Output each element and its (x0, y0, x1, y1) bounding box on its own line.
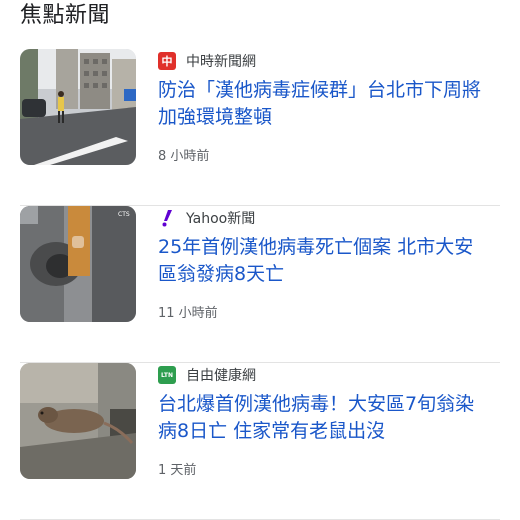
source-name: 自由健康網 (186, 368, 256, 384)
yahoo-logo-icon (158, 209, 176, 227)
chinatimes-logo-icon: 中 (158, 52, 176, 70)
news-thumbnail[interactable]: CTS (20, 206, 136, 322)
source-row: 中 中時新聞網 (158, 51, 256, 71)
sewer-scene-image: CTS (20, 206, 136, 322)
ltn-logo-icon: LTN (158, 366, 176, 384)
news-headline-link[interactable]: 台北爆首例漢他病毒！大安區7旬翁染病8日亡 住家常有老鼠出沒 (158, 391, 488, 445)
news-headline-link[interactable]: 防治「漢他病毒症候群」台北市下周將加強環境整頓 (158, 77, 488, 131)
source-name: Yahoo新聞 (186, 211, 256, 227)
news-timestamp: 8 小時前 (158, 149, 210, 164)
news-item-2[interactable]: CTS Yahoo新聞 25年首例漢他病毒死亡個案 北市大安區翁發病8天亡 11… (0, 206, 520, 363)
rat-near-drain-image (20, 363, 136, 479)
source-row: Yahoo新聞 (158, 208, 255, 228)
source-name: 中時新聞網 (186, 54, 256, 70)
news-headline-link[interactable]: 25年首例漢他病毒死亡個案 北市大安區翁發病8天亡 (158, 234, 488, 288)
source-row: LTN 自由健康網 (158, 365, 256, 385)
news-item-1[interactable]: 中 中時新聞網 防治「漢他病毒症候群」台北市下周將加強環境整頓 8 小時前 (0, 49, 520, 206)
news-thumbnail[interactable] (20, 363, 136, 479)
news-page: 焦點新聞 中 中時新聞網 防治「漢他病毒症候群」台北市下周將加強環境整頓 8 小… (0, 0, 520, 520)
news-timestamp: 1 天前 (158, 463, 197, 478)
news-timestamp: 11 小時前 (158, 306, 218, 321)
street-scene-image (20, 49, 136, 165)
svg-text:CTS: CTS (118, 211, 130, 218)
news-item-3[interactable]: LTN 自由健康網 台北爆首例漢他病毒！大安區7旬翁染病8日亡 住家常有老鼠出沒… (0, 363, 520, 520)
news-thumbnail[interactable] (20, 49, 136, 165)
section-title: 焦點新聞 (20, 3, 111, 28)
